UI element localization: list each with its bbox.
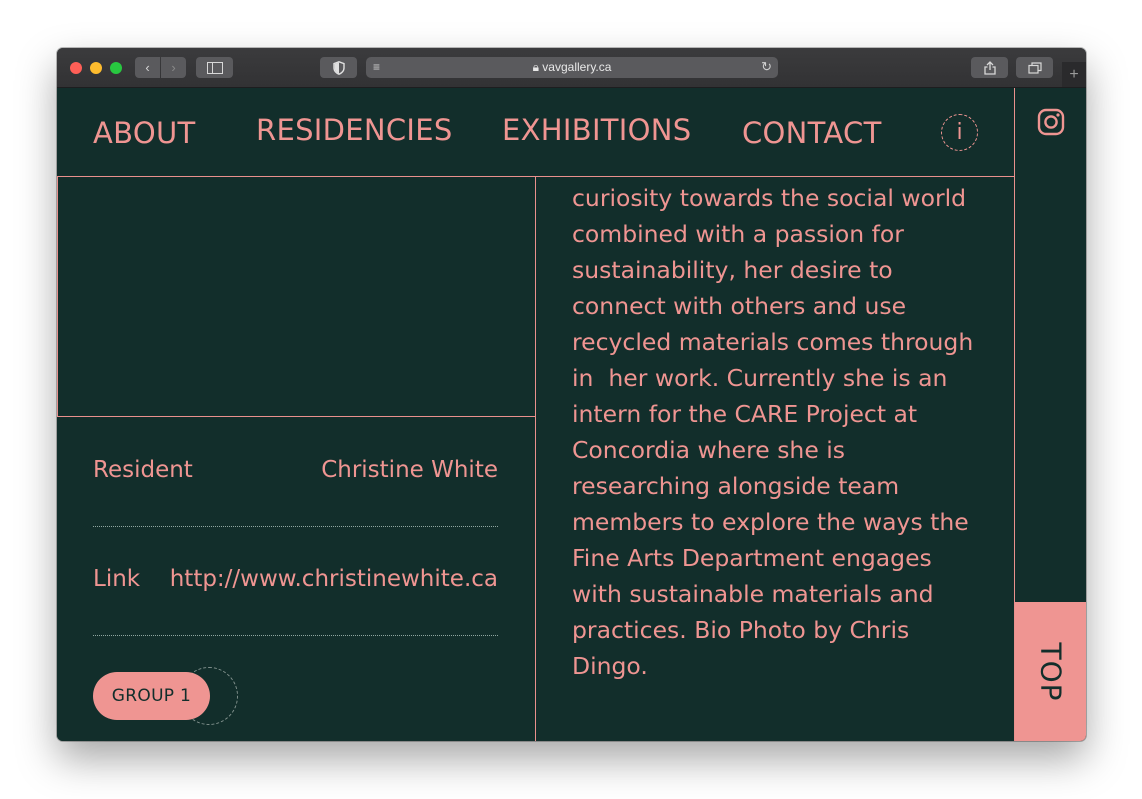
browser-window: ‹ › ≡ 🔒︎ vavgallery.ca ↻ + ABOUT RESIDEN… — [57, 48, 1086, 741]
back-button[interactable]: ‹ — [135, 57, 160, 78]
back-to-top-label: TOP — [1034, 641, 1068, 702]
nav-about[interactable]: ABOUT — [93, 116, 196, 150]
new-tab-icon: + — [1069, 66, 1079, 83]
share-icon — [983, 60, 996, 75]
close-window-button[interactable] — [70, 62, 82, 74]
resident-photo — [57, 177, 535, 417]
share-button[interactable] — [971, 57, 1008, 78]
main-nav: ABOUT RESIDENCIES EXHIBITIONS CONTACT i — [57, 88, 1014, 177]
link-label: Link — [93, 566, 141, 592]
zoom-window-button[interactable] — [110, 62, 122, 74]
address-bar[interactable]: ≡ 🔒︎ vavgallery.ca ↻ — [366, 57, 778, 78]
sidebar-toggle-button[interactable] — [196, 57, 233, 78]
bio-line: Dingo. — [572, 652, 648, 680]
bio-line: with sustainable materials and — [572, 580, 934, 608]
bio-line: in her work. Currently she is an — [572, 364, 948, 392]
tabs-icon — [1027, 61, 1042, 74]
bio-line: members to explore the ways the — [572, 508, 969, 536]
bio-line: connect with others and use — [572, 292, 907, 320]
reload-icon[interactable]: ↻ — [761, 59, 772, 75]
nav-residencies[interactable]: RESIDENCIES — [256, 113, 453, 147]
forward-icon: › — [171, 60, 176, 75]
url-text: vavgallery.ca — [542, 60, 612, 74]
back-icon: ‹ — [145, 60, 150, 75]
shield-icon — [332, 60, 345, 75]
sidebar-icon — [206, 61, 223, 74]
bio-text: curiosity towards the social world combin… — [572, 180, 992, 684]
bio-line: curiosity towards the social world — [572, 184, 967, 212]
bio-line: practices. Bio Photo by Chris — [572, 616, 910, 644]
right-rail: TOP — [1014, 88, 1086, 741]
info-button[interactable]: i — [941, 114, 978, 151]
group-tag-button[interactable]: GROUP 1 — [93, 672, 210, 720]
bio-line: recycled materials comes through — [572, 328, 974, 356]
resident-website-link[interactable]: http://www.christinewhite.ca — [170, 566, 498, 592]
bio-line: researching alongside team — [572, 472, 900, 500]
forward-button[interactable]: › — [161, 57, 186, 78]
nav-contact[interactable]: CONTACT — [742, 116, 882, 150]
resident-column: Resident Christine White Link http://www… — [57, 177, 536, 741]
tab-overview-button[interactable] — [1016, 57, 1053, 78]
nav-exhibitions[interactable]: EXHIBITIONS — [502, 113, 692, 147]
bio-line: sustainability, her desire to — [572, 256, 893, 284]
bio-line: intern for the CARE Project at — [572, 400, 918, 428]
lock-icon: 🔒︎ — [532, 60, 539, 74]
resident-label: Resident — [93, 457, 193, 483]
bio-line: combined with a passion for — [572, 220, 904, 248]
browser-toolbar: ‹ › ≡ 🔒︎ vavgallery.ca ↻ + — [57, 48, 1086, 88]
back-to-top-button[interactable]: TOP — [1015, 602, 1086, 741]
divider — [93, 635, 498, 636]
minimize-window-button[interactable] — [90, 62, 102, 74]
divider — [93, 526, 498, 527]
resident-name: Christine White — [321, 457, 498, 483]
bio-line: Concordia where she is — [572, 436, 846, 464]
page: ABOUT RESIDENCIES EXHIBITIONS CONTACT i … — [57, 88, 1086, 741]
privacy-report-button[interactable] — [320, 57, 357, 78]
instagram-icon[interactable] — [1037, 108, 1065, 136]
new-tab-button[interactable]: + — [1062, 62, 1086, 87]
bio-line: Fine Arts Department engages — [572, 544, 932, 572]
